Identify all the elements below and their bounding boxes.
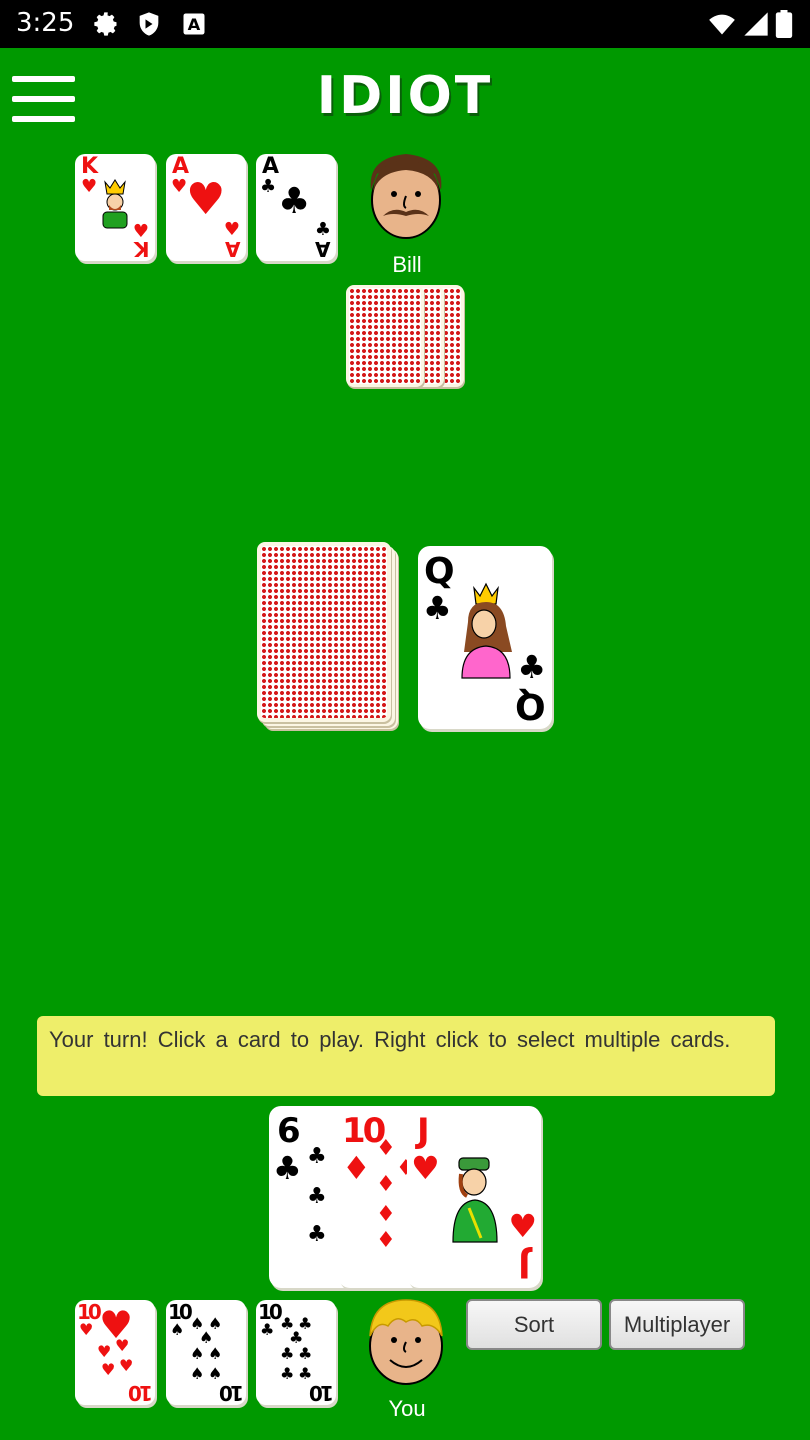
- signal-icon: [744, 12, 768, 36]
- multiplayer-button[interactable]: Multiplayer: [609, 1299, 745, 1350]
- status-time: 3:25: [16, 8, 75, 38]
- sort-button[interactable]: Sort: [466, 1299, 602, 1350]
- wifi-icon: [709, 14, 735, 35]
- opponent-card-ace-clubs: A ♣ ♣ ♣ A: [256, 154, 336, 261]
- hand-card-jack-hearts[interactable]: J ♥ ♥ J: [407, 1106, 541, 1288]
- king-figure-icon: [102, 179, 128, 229]
- shield-icon: [139, 12, 159, 36]
- opponent-card-king-hearts: K ♥ ♥ K: [75, 154, 155, 261]
- queen-figure-icon: [461, 582, 512, 679]
- settings-icon: [94, 12, 117, 36]
- opponent-avatar: [370, 154, 442, 239]
- player-card-10-clubs[interactable]: 10 ♣ ♣ ♣ ♣ ♣ ♣ ♣ ♣ 10: [256, 1300, 336, 1405]
- discard-pile-top: Q ♣ ♣ Q: [418, 546, 552, 729]
- opponent-name: Bill: [392, 252, 422, 277]
- svg-text:A: A: [188, 15, 201, 34]
- player-avatar: [369, 1299, 443, 1385]
- player-card-10-hearts[interactable]: 10 ♥ ♥ ♥ ♥ ♥ ♥ 10: [75, 1300, 155, 1405]
- battery-icon: [775, 10, 793, 38]
- game-title: IDIOT: [316, 66, 494, 126]
- player-name: You: [388, 1396, 426, 1421]
- player-card-10-spades[interactable]: 10 ♠ ♠ ♠ ♠ ♠ ♠ ♠ ♠ 10: [166, 1300, 246, 1405]
- status-bar: 3:25 A: [0, 0, 810, 48]
- turn-message: Your turn! Click a card to play. Right c…: [37, 1016, 775, 1096]
- draw-pile-top[interactable]: [257, 542, 391, 722]
- text-a-icon: A: [183, 13, 205, 35]
- jack-figure-icon: [452, 1157, 498, 1243]
- opponent-card-back: [346, 285, 424, 387]
- opponent-card-ace-hearts: A ♥ ♥ ♥ A: [166, 154, 246, 261]
